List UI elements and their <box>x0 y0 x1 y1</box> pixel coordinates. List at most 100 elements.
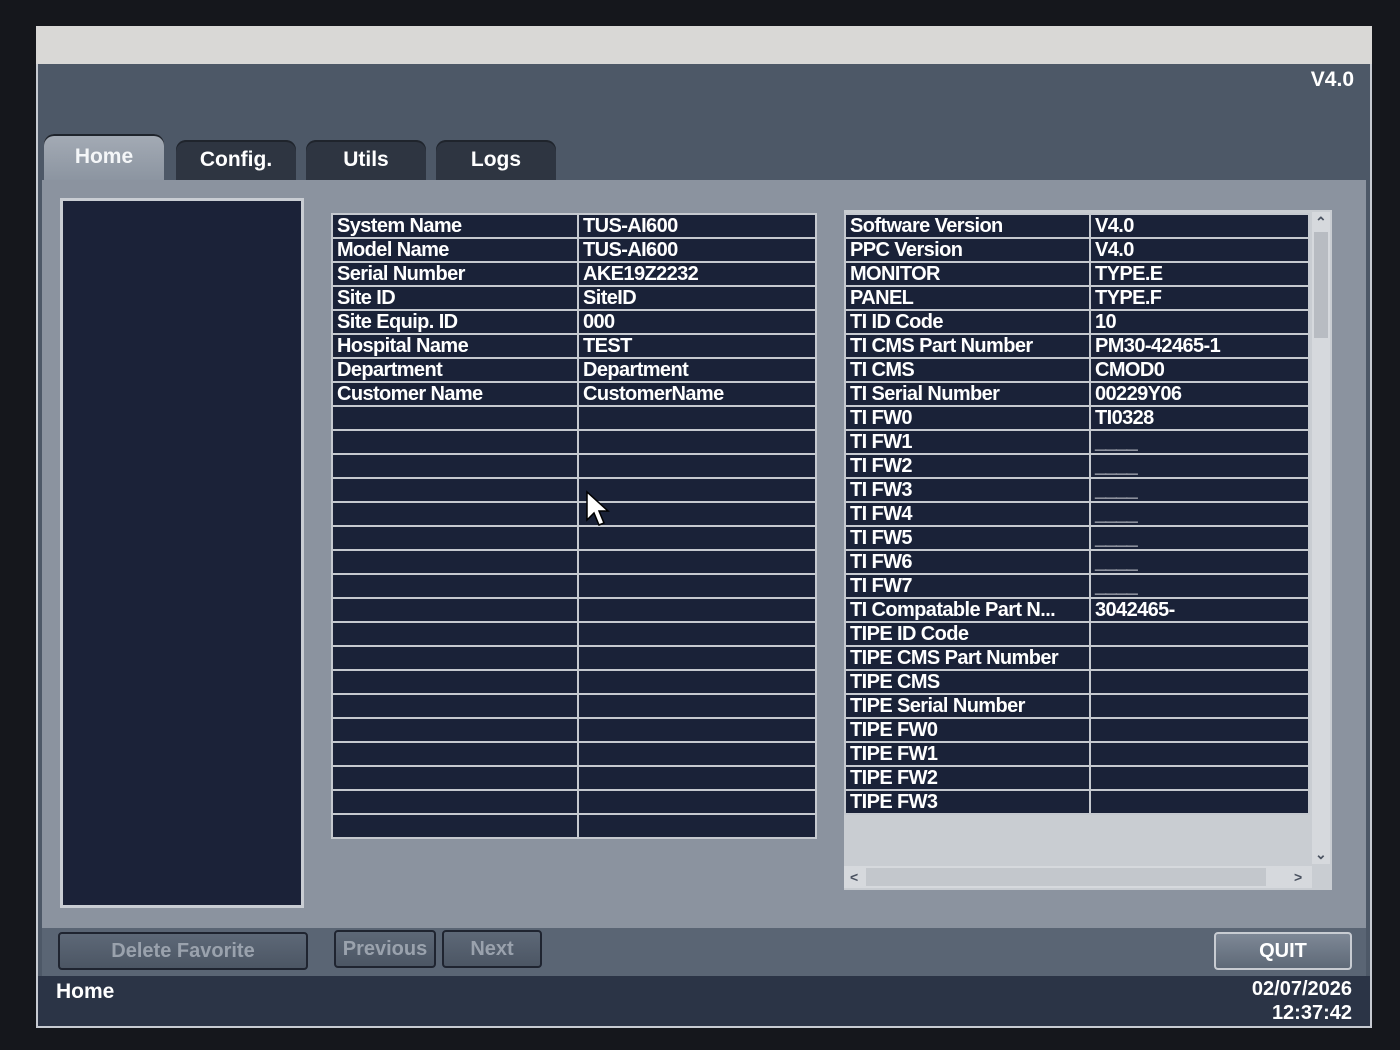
scroll-left-icon[interactable]: < <box>850 869 858 885</box>
table-row[interactable]: PANEL TYPE.F <box>844 285 1310 311</box>
field-name: Department <box>331 357 579 383</box>
table-row[interactable]: Site ID SiteID <box>331 285 817 311</box>
field-value: AKE19Z2232 <box>577 261 817 287</box>
mouse-cursor-icon <box>586 490 610 526</box>
table-row[interactable]: TIPE Serial Number <box>844 693 1310 719</box>
favorites-list[interactable] <box>60 198 304 908</box>
scroll-up-icon[interactable]: ⌃ <box>1315 214 1327 231</box>
table-row-empty <box>331 501 817 527</box>
status-location: Home <box>56 980 115 1003</box>
table-row[interactable]: TI FW2 ____ <box>844 453 1310 479</box>
empty-cell <box>331 405 579 431</box>
table-row[interactable]: TI FW7 ____ <box>844 573 1310 599</box>
table-row[interactable]: TIPE FW1 <box>844 741 1310 767</box>
table-row-empty <box>331 741 817 767</box>
next-button[interactable]: Next <box>442 930 542 968</box>
table-row[interactable]: Serial Number AKE19Z2232 <box>331 261 817 287</box>
table-row-empty <box>331 717 817 743</box>
table-row[interactable]: TI FW3 ____ <box>844 477 1310 503</box>
table-row[interactable]: Hospital Name TEST <box>331 333 817 359</box>
table-row[interactable]: TI CMS Part Number PM30-42465-1 <box>844 333 1310 359</box>
table-row[interactable]: TI Serial Number 00229Y06 <box>844 381 1310 407</box>
empty-cell <box>577 501 817 527</box>
delete-favorite-button[interactable]: Delete Favorite <box>58 932 308 970</box>
empty-cell <box>577 477 817 503</box>
empty-cell <box>577 693 817 719</box>
field-name: TI ID Code <box>844 309 1091 335</box>
field-value: TEST <box>577 333 817 359</box>
tab-home[interactable]: Home <box>44 134 164 180</box>
table-row[interactable]: Site Equip. ID 000 <box>331 309 817 335</box>
table-row[interactable]: Software Version V4.0 <box>844 213 1310 239</box>
field-value: ____ <box>1089 573 1310 599</box>
empty-cell <box>577 669 817 695</box>
empty-cell <box>331 501 579 527</box>
horizontal-scroll-thumb[interactable] <box>866 868 1266 886</box>
empty-cell <box>577 717 817 743</box>
table-row-empty <box>331 549 817 575</box>
empty-cell <box>577 621 817 647</box>
tab-utils[interactable]: Utils <box>306 140 426 180</box>
table-row[interactable]: TI ID Code 10 <box>844 309 1310 335</box>
table-row[interactable]: TI FW6 ____ <box>844 549 1310 575</box>
empty-cell <box>577 765 817 791</box>
table-row[interactable]: TIPE ID Code <box>844 621 1310 647</box>
status-date: 02/07/2026 <box>1251 978 1352 1000</box>
field-value: V4.0 <box>1089 213 1310 239</box>
field-value: TYPE.E <box>1089 261 1310 287</box>
field-name: Hospital Name <box>331 333 579 359</box>
vertical-scroll-thumb[interactable] <box>1314 232 1328 338</box>
tab-logs[interactable]: Logs <box>436 140 556 180</box>
empty-cell <box>577 813 817 839</box>
table-row-empty <box>331 645 817 671</box>
scroll-down-icon[interactable]: ⌄ <box>1315 846 1327 863</box>
tab-config[interactable]: Config. <box>176 140 296 180</box>
table-row[interactable]: System Name TUS-AI600 <box>331 213 817 239</box>
field-value: ____ <box>1089 453 1310 479</box>
field-value: 10 <box>1089 309 1310 335</box>
table-row[interactable]: TIPE FW3 <box>844 789 1310 815</box>
field-value <box>1089 693 1310 719</box>
quit-button[interactable]: QUIT <box>1214 932 1352 970</box>
empty-cell <box>577 741 817 767</box>
scroll-right-icon[interactable]: > <box>1294 869 1302 885</box>
table-row[interactable]: TI FW0 TI0328 <box>844 405 1310 431</box>
previous-button[interactable]: Previous <box>334 930 436 968</box>
field-name: TI FW0 <box>844 405 1091 431</box>
table-row[interactable]: Model Name TUS-AI600 <box>331 237 817 263</box>
table-row[interactable]: Department Department <box>331 357 817 383</box>
field-value: TUS-AI600 <box>577 237 817 263</box>
field-value: CustomerName <box>577 381 817 407</box>
empty-cell <box>331 765 579 791</box>
table-row[interactable]: TI FW4 ____ <box>844 501 1310 527</box>
field-name: TIPE ID Code <box>844 621 1091 647</box>
empty-cell <box>331 813 579 839</box>
field-name: TI FW5 <box>844 525 1091 551</box>
status-bar <box>38 976 1370 1026</box>
table-row[interactable]: TIPE FW0 <box>844 717 1310 743</box>
table-row[interactable]: TI FW1 ____ <box>844 429 1310 455</box>
empty-cell <box>331 573 579 599</box>
table-row[interactable]: TI Compatable Part N... 3042465- <box>844 597 1310 623</box>
top-bar <box>36 26 1372 64</box>
field-value: 3042465- <box>1089 597 1310 623</box>
table-row[interactable]: PPC Version V4.0 <box>844 237 1310 263</box>
empty-cell <box>331 645 579 671</box>
table-row[interactable]: TIPE CMS Part Number <box>844 645 1310 671</box>
table-row[interactable]: TI CMS CMOD0 <box>844 357 1310 383</box>
field-name: TI FW1 <box>844 429 1091 455</box>
empty-cell <box>331 429 579 455</box>
table-row[interactable]: TI FW5 ____ <box>844 525 1310 551</box>
table-row[interactable]: TIPE CMS <box>844 669 1310 695</box>
table-row[interactable]: Customer Name CustomerName <box>331 381 817 407</box>
field-name: TIPE FW2 <box>844 765 1091 791</box>
table-row-empty <box>331 693 817 719</box>
field-name: Site ID <box>331 285 579 311</box>
empty-cell <box>331 477 579 503</box>
field-value: 000 <box>577 309 817 335</box>
empty-cell <box>577 549 817 575</box>
table-row[interactable]: TIPE FW2 <box>844 765 1310 791</box>
table-row[interactable]: MONITOR TYPE.E <box>844 261 1310 287</box>
field-name: PPC Version <box>844 237 1091 263</box>
field-value: TUS-AI600 <box>577 213 817 239</box>
